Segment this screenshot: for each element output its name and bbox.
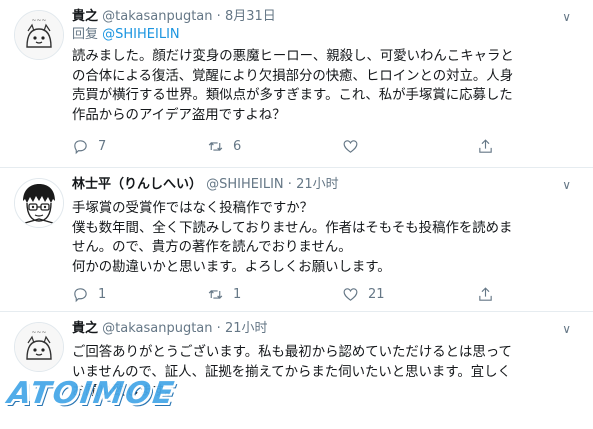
reply-icon — [74, 140, 87, 155]
user-handle[interactable]: @takasanpugtan — [102, 321, 212, 336]
retweet-button[interactable]: 1 — [207, 286, 241, 303]
reply-count: 7 — [98, 139, 107, 154]
tweet-header: 林士平（りんしへい） @SHIHEILIN · 21小时 ∨ — [72, 176, 579, 194]
separator-dot: · — [216, 9, 221, 24]
svg-text:~~~: ~~~ — [31, 329, 46, 336]
chevron-down-icon[interactable]: ∨ — [562, 8, 571, 26]
tweet-text-line: の合体による復活、覚醒により欠損部分の快癒、ヒロインとの対立。人身 — [72, 68, 514, 84]
reply-mention-link[interactable]: @SHIHEILIN — [102, 27, 180, 42]
timestamp[interactable]: 8月31日 — [225, 9, 276, 24]
like-count: 21 — [368, 287, 385, 302]
tweet-text-line: 作品からのアイデア盗用ですよね？ — [72, 107, 286, 123]
watermark-logo: ATOIMOE — [5, 376, 178, 411]
avatar-takasanpugtan[interactable]: ~~~ — [14, 10, 64, 60]
display-name[interactable]: 貴之 — [72, 9, 98, 24]
retweet-button[interactable]: 6 — [207, 138, 241, 155]
tweet-text-line: 何かの勘違いかと思います。よろしくお願いします。 — [72, 259, 391, 275]
chevron-down-icon[interactable]: ∨ — [562, 176, 571, 194]
reply-count: 1 — [98, 287, 107, 302]
tweet-text: 読みました。顔だけ変身の悪魔ヒーロー、親殺し、可愛いわんこキャラと の合体による… — [72, 47, 579, 125]
tweet-text-line: せん。ので、貴方の著作を読んでおりません。 — [72, 240, 352, 255]
avatar-image: ~~~ — [15, 323, 63, 371]
like-button[interactable] — [342, 138, 368, 155]
separator-dot: · — [216, 321, 221, 336]
tweet-text-line: 売買が横行する世界。類似点が多すぎます。これ、私が手塚賞に応募した — [72, 88, 513, 103]
display-name[interactable]: 林士平（りんしへい） — [72, 177, 202, 192]
avatar-takasanpugtan[interactable]: ~~~ — [14, 322, 64, 372]
timestamp[interactable]: 21小时 — [225, 321, 268, 336]
display-name[interactable]: 貴之 — [72, 321, 98, 336]
share-button[interactable] — [477, 286, 503, 303]
retweet-count: 1 — [233, 287, 242, 302]
tweet-text-line: ご回答ありがとうございます。私も最初から認めていただけるとは思って — [72, 345, 512, 360]
avatar-image — [15, 179, 63, 227]
retweet-icon — [208, 142, 223, 151]
tweet-3[interactable]: ~~~ 貴之 @takasanpugtan · 21小时 ∨ ご回答ありがとうご… — [0, 312, 593, 429]
user-handle[interactable]: @takasanpugtan — [102, 9, 212, 24]
avatar-image: ~~~ — [15, 11, 63, 59]
share-icon — [479, 287, 492, 301]
user-handle[interactable]: @SHIHEILIN — [206, 177, 284, 192]
like-icon — [343, 140, 358, 153]
reply-button[interactable]: 7 — [72, 138, 106, 155]
avatar-shiheilin[interactable] — [14, 178, 64, 228]
retweet-count: 6 — [233, 139, 242, 154]
tweet-actions: 1 1 21 — [72, 286, 502, 304]
reply-icon — [74, 288, 87, 303]
tweet-text: 手塚賞の受賞作ではなく投稿作ですか？ 僕も数年間、全く下読みしておりません。作者… — [72, 199, 579, 277]
share-icon — [479, 139, 492, 153]
reply-button[interactable]: 1 — [72, 286, 106, 303]
tweet-header: 貴之 @takasanpugtan · 8月31日 ∨ — [72, 8, 579, 26]
timestamp[interactable]: 21小时 — [296, 177, 339, 192]
separator-dot: · — [287, 177, 292, 192]
chevron-down-icon[interactable]: ∨ — [562, 320, 571, 338]
retweet-icon — [208, 290, 223, 299]
share-button[interactable] — [477, 138, 503, 155]
tweet-text-line: 僕も数年間、全く下読みしておりません。作者はそもそも投稿作を読めま — [72, 220, 513, 236]
like-button[interactable]: 21 — [342, 286, 385, 303]
tweet-text-line: 読みました。顔だけ変身の悪魔ヒーロー、親殺し、可愛いわんこキャラと — [72, 49, 514, 64]
like-icon — [343, 288, 358, 301]
tweet-actions: 7 6 — [72, 138, 502, 156]
svg-text:~~~: ~~~ — [31, 17, 46, 24]
tweet-2[interactable]: 林士平（りんしへい） @SHIHEILIN · 21小时 ∨ 手塚賞の受賞作では… — [0, 168, 593, 312]
tweet-header: 貴之 @takasanpugtan · 21小时 ∨ — [72, 320, 579, 338]
tweet-1[interactable]: ~~~ 貴之 @takasanpugtan · 8月31日 ∨ 回复 @SHIH… — [0, 0, 593, 168]
reply-context: 回复 @SHIHEILIN — [72, 26, 579, 44]
tweet-text-line: 手塚賞の受賞作ではなく投稿作ですか？ — [72, 201, 314, 216]
reply-prefix: 回复 — [72, 27, 99, 42]
